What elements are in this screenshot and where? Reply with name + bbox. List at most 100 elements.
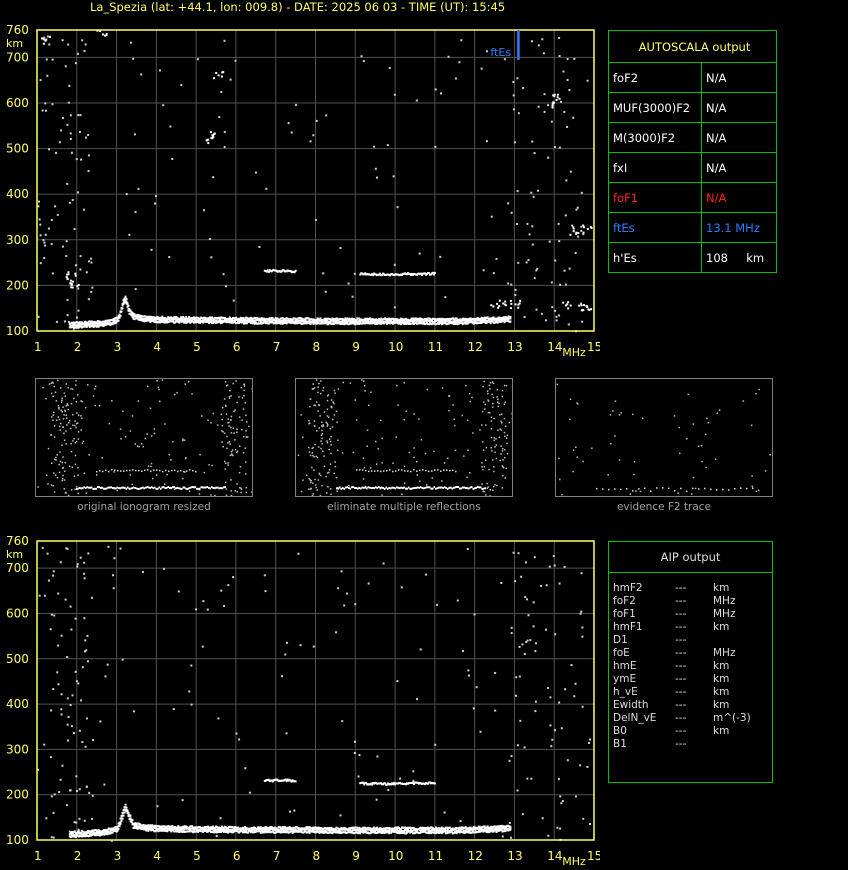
noise-dot xyxy=(67,299,69,301)
thumb-dot xyxy=(501,422,503,424)
x-tick-label: 10 xyxy=(388,849,403,863)
noise-dot xyxy=(44,245,46,247)
thumb-trace xyxy=(368,486,370,488)
trace-point xyxy=(509,316,511,318)
noise-dot xyxy=(544,93,546,95)
thumb-dot xyxy=(380,420,382,422)
thumb-dot xyxy=(404,483,406,485)
thumb-dot xyxy=(582,461,584,463)
noise-dot xyxy=(467,669,469,671)
thumb-trace xyxy=(452,470,454,472)
thumb-dot xyxy=(557,384,559,386)
thumb-dot xyxy=(72,440,74,442)
thumb-dot xyxy=(243,390,245,392)
thumb-dot xyxy=(432,477,434,479)
noise-dot xyxy=(514,294,516,296)
aip-label: hmF1 xyxy=(613,621,643,633)
trace-point xyxy=(346,318,348,320)
thumb-dot xyxy=(489,412,491,414)
thumb-dot xyxy=(310,398,312,400)
thumb-dot xyxy=(235,449,237,451)
autoscala-value: N/A xyxy=(702,153,777,183)
thumb-trace xyxy=(341,488,343,490)
thumb-dot xyxy=(245,461,247,463)
thumb-trace xyxy=(181,488,183,490)
noise-dot xyxy=(517,262,519,264)
noise-dot xyxy=(134,133,136,135)
noise-dot xyxy=(517,744,519,746)
thumb-trace xyxy=(111,469,113,471)
thumb-dot xyxy=(313,404,315,406)
thumb-trace xyxy=(163,486,165,488)
thumb-dot xyxy=(244,402,246,404)
thumb-dot xyxy=(485,424,487,426)
thumb-dot xyxy=(338,388,340,390)
noise-dot xyxy=(580,226,582,228)
thumb-trace xyxy=(398,469,400,471)
x-unit-label: MHz xyxy=(562,855,586,868)
thumb-trace xyxy=(377,487,379,489)
thumb-trace xyxy=(405,488,407,490)
noise-dot xyxy=(346,593,348,595)
aip-value: --- xyxy=(675,699,686,711)
noise-dot xyxy=(76,158,78,160)
thumb-trace xyxy=(431,488,433,490)
noise-dot xyxy=(507,282,509,284)
noise-dot xyxy=(62,39,64,41)
thumb-trace xyxy=(362,487,364,489)
x-tick-label: 2 xyxy=(74,849,82,863)
thumb-trace xyxy=(78,488,80,490)
thumb-trace xyxy=(186,470,188,472)
trace-point xyxy=(562,302,564,304)
noise-dot xyxy=(67,724,69,726)
noise-dot xyxy=(517,190,519,192)
noise-dot xyxy=(387,144,389,146)
noise-dot xyxy=(203,209,205,211)
aip-unit: km xyxy=(713,699,729,711)
thumb-dot xyxy=(229,441,231,443)
thumb-trace xyxy=(99,470,101,472)
x-tick-label: 8 xyxy=(313,849,321,863)
thumb-dot xyxy=(447,458,449,460)
noise-dot xyxy=(66,183,68,185)
thumb-dot xyxy=(614,435,616,437)
noise-dot xyxy=(50,709,52,711)
noise-dot xyxy=(54,205,56,207)
thumb-dot xyxy=(239,416,241,418)
thumb-dot xyxy=(698,445,700,447)
trace-point xyxy=(75,275,77,277)
noise-dot xyxy=(81,39,83,41)
thumb-dot xyxy=(330,453,332,455)
thumb-dot xyxy=(620,412,622,414)
thumb-dot xyxy=(226,448,228,450)
thumb-dot xyxy=(328,449,330,451)
trace-point xyxy=(581,304,583,306)
thumb-trace xyxy=(390,487,392,489)
thumb-trace xyxy=(374,487,376,489)
thumb-trace xyxy=(102,487,104,489)
noise-dot xyxy=(434,744,436,746)
thumb-dot xyxy=(318,446,320,448)
thumb-dot xyxy=(71,443,73,445)
thumb-dot xyxy=(492,459,494,461)
aip-label: D1 xyxy=(613,634,628,646)
thumb-dot xyxy=(62,475,64,477)
noise-dot xyxy=(202,600,204,602)
noise-dot xyxy=(313,646,315,648)
trace-point xyxy=(582,225,584,227)
trace-point xyxy=(573,228,575,230)
thumb-dot xyxy=(46,474,48,476)
thumb-dot xyxy=(413,447,415,449)
noise-dot xyxy=(265,590,267,592)
noise-dot xyxy=(113,587,115,589)
noise-dot xyxy=(511,755,513,757)
thumb-dot xyxy=(491,417,493,419)
thumb-dot xyxy=(228,422,230,424)
thumb-dot xyxy=(491,420,493,422)
noise-dot xyxy=(551,739,553,741)
trace-point xyxy=(131,819,133,821)
noise-dot xyxy=(135,211,137,213)
thumb-trace xyxy=(440,470,442,472)
thumb-dot xyxy=(321,434,323,436)
thumb-dot xyxy=(59,426,61,428)
